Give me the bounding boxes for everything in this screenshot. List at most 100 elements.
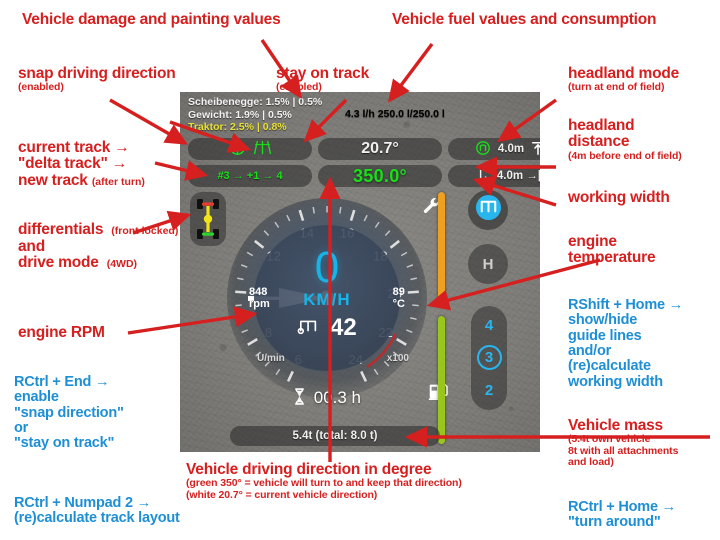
- engine-temperature-readout: 89 °C: [393, 286, 405, 310]
- damage-telemetry-block: Scheibenegge: 1.5% | 0.5% Gewicht: 1.9% …: [188, 96, 322, 134]
- current-heading-pill: 20.7°: [318, 138, 442, 160]
- track-sequence-pill: #3 → +1 → 4: [188, 165, 312, 187]
- telemetry-line-gewicht: Gewicht: 1.9% | 0.5%: [188, 108, 292, 121]
- rpm-readout: 848 rpm: [249, 286, 270, 310]
- transmission-icon: [475, 194, 502, 226]
- annotation-vehicle-mass-sub3: and load): [568, 455, 614, 468]
- transmission-mode-button[interactable]: [468, 190, 508, 230]
- hourglass-icon: [293, 388, 306, 410]
- hotkey-rshift-home-l5: (re)calculate: [568, 358, 651, 375]
- hotkey-rshift-home-l3: guide lines: [568, 327, 642, 344]
- gear-option-2[interactable]: 2: [485, 382, 493, 399]
- annotation-hotkey-numpad2: RCtrl + Numpad 2 → (re)calculate track l…: [14, 495, 180, 527]
- annotation-damage-title: Vehicle damage and painting values: [22, 11, 281, 28]
- annotation-hotkey-rshift-home: RShift + Home → show/hide guide lines an…: [568, 297, 684, 390]
- annotation-stay-title: stay on track: [276, 65, 370, 82]
- annotation-engine-temp-l2: temperature: [568, 249, 656, 267]
- annotation-differentials-l3: drive mode: [18, 254, 99, 272]
- working-width-value: |← 4.0m →|: [478, 170, 540, 182]
- annotation-differentials-l2: and: [18, 237, 45, 255]
- annotation-vehicle-mass: Vehicle mass (5.4t own vehicle 8t with a…: [568, 417, 679, 468]
- annotation-driving-direction: Vehicle driving direction in degree (gre…: [186, 461, 462, 501]
- tach-unit-left: U/min: [257, 353, 285, 364]
- annotation-track-l3: new track: [18, 171, 92, 189]
- annotation-track: current track → "delta track" → new trac…: [18, 139, 145, 190]
- vehicle-mass-value: 5.4t (total: 8.0 t): [292, 430, 378, 442]
- annotation-headland-distance: headland distance (4m before end of fiel…: [568, 117, 682, 162]
- annotation-working-width: working width: [568, 189, 670, 206]
- hotkey-rshift-home-l2: show/hide: [568, 312, 638, 329]
- annotation-differentials-sub2: (4WD): [106, 258, 138, 271]
- up-arrow-to-line-icon: [531, 140, 540, 159]
- annotation-damage: Vehicle damage and painting values: [22, 11, 281, 28]
- annotation-driving-direction-sub2: (white 20.7° = current vehicle direction…: [186, 488, 378, 501]
- annotation-headland-mode-title: headland mode: [568, 65, 680, 82]
- working-width-pill: |← 4.0m →|: [448, 165, 540, 187]
- annotation-headland-distance-l2: distance: [568, 133, 630, 151]
- annotation-engine-temperature: engine temperature: [568, 233, 656, 267]
- target-heading-value: 350.0°: [352, 165, 408, 186]
- headland-turn-icon: [475, 140, 491, 159]
- annotation-track-l2: "delta track" →: [18, 155, 128, 173]
- annotation-vehicle-mass-sub1: (5.4t own vehicle: [568, 433, 651, 446]
- annotation-track-l1: current track →: [18, 139, 130, 156]
- operating-hours-value: 00.3 h: [313, 388, 361, 407]
- annotation-stay-on-track: stay on track (enabled): [276, 65, 370, 94]
- current-heading-value: 20.7°: [361, 140, 399, 157]
- fuel-level-value: 250.0 l/250.0 l: [377, 108, 445, 120]
- fuel-telemetry-block: 4.3 l/h 250.0 l/250.0 l: [345, 108, 445, 121]
- operating-hours-readout: 00.3 h: [227, 388, 427, 410]
- annotation-engine-rpm-title: engine RPM: [18, 324, 105, 341]
- engine-temp-value: 89: [392, 286, 405, 298]
- screenshot-root: Scheibenegge: 1.5% | 0.5% Gewicht: 1.9% …: [0, 0, 720, 540]
- guidance-toggles-pill[interactable]: [188, 138, 312, 160]
- hotkey-end-l1: RCtrl + End →: [14, 374, 110, 390]
- vehicle-hud-panel: Scheibenegge: 1.5% | 0.5% Gewicht: 1.9% …: [180, 92, 540, 452]
- engine-temperature-bar: [438, 192, 445, 302]
- fuel-level-bar: [438, 316, 445, 444]
- annotation-engine-temp-l1: engine: [568, 233, 617, 250]
- track-sequence-value: #3 → +1 → 4: [217, 170, 283, 182]
- annotation-vehicle-mass-sub2: 8t with all attachments: [568, 444, 679, 457]
- rpm-value: 848: [249, 286, 268, 298]
- annotation-differentials-l1: differentials: [18, 221, 104, 238]
- hotkey-end-l5: "stay on track": [14, 435, 115, 452]
- annotation-working-width-title: working width: [568, 189, 670, 206]
- gear-shift-small-icon: [297, 315, 321, 343]
- telemetry-line-scheibenegge: Scheibenegge: 1.5% | 0.5%: [188, 96, 323, 108]
- engine-temp-unit: °C: [392, 298, 405, 310]
- hotkey-rshift-home-l1: RShift + Home →: [568, 297, 684, 313]
- hotkey-rshift-home-l6: working width: [568, 373, 663, 390]
- hotkey-end-l2: enable: [14, 389, 59, 406]
- annotation-headland-mode-sub: (turn at end of field): [568, 81, 665, 94]
- speed-value: 0: [314, 243, 340, 292]
- target-heading-pill: 350.0°: [318, 165, 442, 187]
- annotation-headland-mode: headland mode (turn at end of field): [568, 65, 680, 94]
- annotation-headland-distance-l1: headland: [568, 117, 635, 134]
- annotation-headland-distance-sub: (4m before end of field): [568, 149, 682, 162]
- annotation-driving-direction-sub1: (green 350° = vehicle will turn to and k…: [186, 477, 462, 490]
- differential-drive-indicator[interactable]: [190, 192, 226, 246]
- headland-pill[interactable]: 4.0m: [448, 138, 540, 160]
- headland-distance-value: 4.0m: [497, 143, 525, 155]
- annotation-differentials-sub1: (front locked): [111, 225, 179, 237]
- gear-readout: 42: [227, 314, 427, 343]
- hotkey-rctrl-home-l2: "turn around": [568, 514, 661, 531]
- telemetry-line-traktor: Traktor: 2.5% | 0.8%: [188, 121, 287, 133]
- track-lines-icon: [253, 139, 272, 159]
- gear-selector[interactable]: 4 3 2: [471, 306, 507, 410]
- gear-option-4[interactable]: 4: [485, 317, 493, 334]
- hand-mode-button[interactable]: H: [468, 244, 508, 284]
- annotation-differentials: differentials (front locked) and drive mo…: [18, 221, 179, 272]
- annotation-hotkey-end: RCtrl + End → enable "snap direction" or…: [14, 374, 124, 452]
- annotation-engine-rpm: engine RPM: [18, 324, 105, 341]
- hud-status-row-2: #3 → +1 → 4 350.0° |← 4.0m →|: [188, 165, 540, 187]
- rpm-label: rpm: [249, 298, 270, 310]
- annotation-snap-sub: (enabled): [18, 81, 64, 94]
- hud-status-row-1: 20.7° 4.0m: [188, 138, 540, 160]
- gear-value: 42: [329, 314, 357, 341]
- gear-option-3-selected[interactable]: 3: [476, 345, 502, 371]
- annotation-driving-direction-title: Vehicle driving direction in degree: [186, 461, 432, 478]
- annotation-fuel: Vehicle fuel values and consumption: [392, 11, 657, 28]
- vehicle-mass-pill: 5.4t (total: 8.0 t): [230, 426, 440, 446]
